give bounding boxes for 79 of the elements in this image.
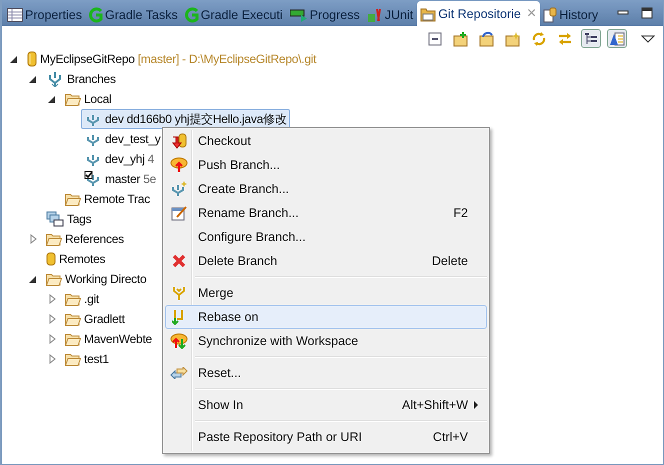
clone-repository-icon[interactable] bbox=[479, 30, 495, 46]
folder-icon bbox=[65, 192, 81, 206]
tree-layout-icon[interactable] bbox=[583, 30, 599, 46]
reset-icon bbox=[170, 367, 188, 379]
delete-icon bbox=[172, 254, 186, 268]
folder-icon bbox=[65, 92, 81, 106]
folder-icon bbox=[46, 272, 62, 286]
repository-icon bbox=[420, 6, 436, 22]
view-tab[interactable]: Git Repositorie × bbox=[417, 1, 540, 26]
menu-item[interactable]: Merge bbox=[165, 281, 487, 305]
expanded-arrow-icon[interactable] bbox=[28, 74, 38, 84]
g-logo-icon bbox=[88, 6, 103, 22]
branches-icon bbox=[46, 71, 64, 87]
tree-item[interactable]: Local bbox=[62, 89, 114, 109]
menu-item[interactable]: Push Branch... bbox=[165, 153, 487, 177]
view-tab[interactable]: Progress bbox=[286, 3, 364, 26]
view-menu-icon[interactable] bbox=[641, 34, 655, 44]
tags-icon bbox=[46, 211, 64, 227]
folder-icon bbox=[65, 352, 81, 366]
collapsed-arrow-icon[interactable] bbox=[28, 234, 38, 244]
collapsed-arrow-icon[interactable] bbox=[47, 354, 57, 364]
repository-icon bbox=[27, 51, 37, 67]
menu-item[interactable]: Delete Branch Delete bbox=[165, 249, 487, 273]
expanded-arrow-icon[interactable] bbox=[47, 94, 57, 104]
menu-item[interactable]: Reset... bbox=[165, 361, 487, 385]
rebase-icon bbox=[172, 309, 186, 325]
tree-item[interactable]: MavenWebte bbox=[62, 329, 155, 349]
menu-item[interactable]: Synchronize with Workspace bbox=[165, 329, 487, 353]
remotes-icon bbox=[46, 252, 56, 266]
synchronize-icon bbox=[170, 333, 188, 349]
g-logo-icon bbox=[184, 6, 199, 22]
menu-item[interactable]: Rebase on bbox=[165, 305, 487, 329]
folder-icon bbox=[65, 312, 81, 326]
tree-item[interactable]: Tags bbox=[43, 209, 94, 229]
tree-item[interactable]: .git bbox=[62, 289, 102, 309]
menu-item[interactable]: Paste Repository Path or URI Ctrl+V bbox=[165, 425, 487, 449]
merge-icon bbox=[172, 286, 186, 300]
label-decoration-icon[interactable] bbox=[609, 30, 625, 46]
tree-item[interactable]: test1 bbox=[62, 349, 112, 369]
edit-icon bbox=[171, 205, 187, 221]
tree-item[interactable]: dev dd166b0 yhj提交Hello.java修改 bbox=[81, 109, 290, 129]
view-tab[interactable]: Properties bbox=[4, 3, 86, 26]
tree-item[interactable]: Branches bbox=[43, 69, 119, 89]
folder-icon bbox=[46, 232, 62, 246]
tree-item[interactable]: dev_test_y bbox=[81, 129, 164, 149]
tree-item[interactable]: Remotes bbox=[43, 249, 108, 269]
tree-item[interactable]: dev_yhj 4 bbox=[81, 149, 158, 169]
view-tab[interactable]: Gradle Executi bbox=[182, 3, 287, 26]
add-repository-icon[interactable] bbox=[453, 30, 469, 46]
tree-item[interactable]: Working Directo bbox=[43, 269, 150, 289]
menu-item[interactable]: Create Branch... bbox=[165, 177, 487, 201]
table-icon bbox=[7, 8, 23, 22]
menu-item[interactable]: Checkout bbox=[165, 129, 487, 153]
menu-item[interactable]: Show In Alt+Shift+W bbox=[165, 393, 487, 417]
progress-icon bbox=[290, 8, 308, 22]
collapse-all-icon[interactable] bbox=[427, 30, 443, 46]
tree-item[interactable]: master 5e bbox=[81, 169, 160, 189]
folder-icon bbox=[65, 292, 81, 306]
history-icon bbox=[543, 6, 558, 22]
collapsed-arrow-icon[interactable] bbox=[47, 334, 57, 344]
maximize-icon[interactable] bbox=[641, 7, 653, 19]
collapsed-arrow-icon[interactable] bbox=[47, 294, 57, 304]
expanded-arrow-icon[interactable] bbox=[9, 54, 19, 64]
create-branch-icon bbox=[170, 181, 188, 197]
create-repository-icon[interactable] bbox=[505, 30, 521, 46]
folder-icon bbox=[65, 332, 81, 346]
view-tab[interactable]: JUnit bbox=[364, 3, 418, 26]
tree-item[interactable]: References bbox=[43, 229, 127, 249]
menu-item[interactable]: Configure Branch... bbox=[165, 225, 487, 249]
collapsed-arrow-icon[interactable] bbox=[47, 314, 57, 324]
menu-item[interactable]: Rename Branch... F2 bbox=[165, 201, 487, 225]
tree-item[interactable]: Remote Trac bbox=[62, 189, 153, 209]
cloud-upload-icon bbox=[170, 157, 188, 173]
tree-item[interactable]: Gradlett bbox=[62, 309, 128, 329]
view-tab[interactable]: Gradle Tasks bbox=[86, 3, 182, 26]
checkout-icon bbox=[171, 133, 187, 149]
view-tab[interactable]: History bbox=[540, 3, 602, 26]
expanded-arrow-icon[interactable] bbox=[28, 274, 38, 284]
tree-item[interactable]: MyEclipseGitRepo [master] - D:\MyEclipseGitRepo\.git bbox=[24, 49, 320, 69]
